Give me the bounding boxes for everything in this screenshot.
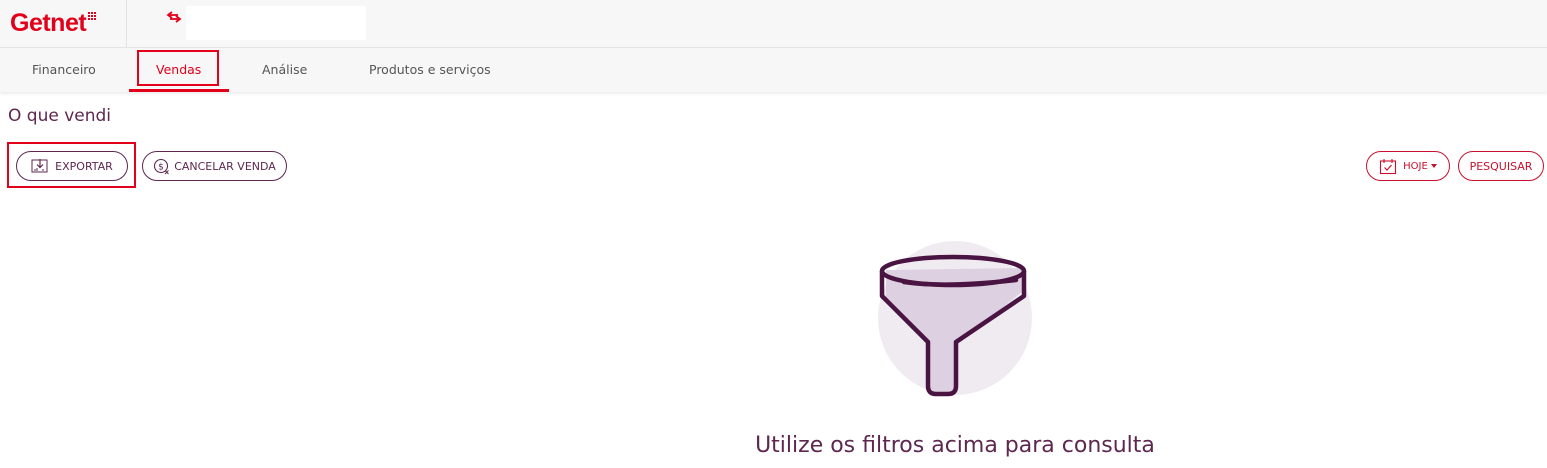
search-button-label: PESQUISAR [1469,159,1533,173]
export-button[interactable]: EXPORTAR [16,151,128,181]
svg-text:$: $ [158,162,164,172]
cancel-sale-button-label: CANCELAR VENDA [174,159,276,173]
export-icon [31,158,49,174]
tab-produtos-servicos[interactable]: Produtos e serviços [369,48,491,92]
chevron-down-icon [1430,164,1437,168]
getnet-logo[interactable]: Getnet [10,8,97,38]
logo-dots-icon [88,12,97,21]
tab-analise[interactable]: Análise [262,48,307,92]
cancel-sale-button[interactable]: $ CANCELAR VENDA [142,151,287,181]
active-tab-indicator [129,89,229,92]
tab-financeiro[interactable]: Financeiro [32,48,96,92]
calendar-icon [1379,158,1397,175]
main-nav: Financeiro Vendas Análise Produtos e ser… [0,48,1547,92]
swap-arrows-icon[interactable] [166,10,182,24]
cancel-sale-icon: $ [153,158,170,175]
logo-text: Getnet [10,9,87,37]
tab-vendas[interactable]: Vendas [156,48,201,92]
search-button[interactable]: PESQUISAR [1458,151,1544,181]
empty-state-message: Utilize os filtros acima para consulta [755,433,1155,458]
top-header: Getnet [0,0,1547,48]
export-button-label: EXPORTAR [55,159,113,173]
store-selector[interactable] [186,6,366,40]
funnel-icon [878,241,1032,397]
date-filter-button[interactable]: HOJE [1366,151,1450,181]
date-filter-label: HOJE [1403,160,1428,172]
page-title: O que vendi [8,106,112,126]
header-divider [126,0,127,47]
